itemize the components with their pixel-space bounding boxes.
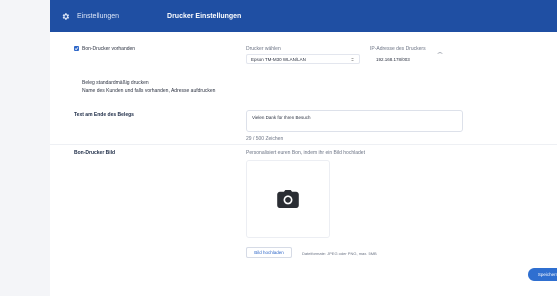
file-format-hint: Dateiformate: JPEG oder PNG, max. 5MB: [302, 251, 377, 256]
upload-image-button[interactable]: Bild hochladen: [246, 247, 292, 258]
ip-field-label: IP-Adresse des Druckers: [370, 46, 426, 52]
section-divider: [50, 144, 557, 145]
gear-icon[interactable]: [59, 10, 71, 22]
bon-image-hint: Personalisiert euren Bon, indem ihr ein …: [246, 150, 365, 156]
select-arrows-icon: [351, 57, 354, 62]
character-counter: 29 / 500 Zeichen: [246, 136, 284, 142]
footer-text-heading: Text am Ende des Belegs: [74, 112, 134, 118]
bon-image-heading: Bon-Drucker Bild: [74, 150, 116, 156]
footer-text-value: Vielen Dank für Ihren Besuch: [252, 115, 311, 120]
camera-icon: [277, 190, 299, 208]
bon-printer-label: Bon-Drucker vorhanden: [82, 46, 136, 52]
settings-card: Einstellungen Drucker Einstellungen Bon-…: [50, 0, 557, 296]
printer-select[interactable]: Epson TM-M30 WLAN/LAN: [246, 54, 360, 64]
printer-select-value: Epson TM-M30 WLAN/LAN: [251, 56, 306, 62]
print-default-label: Beleg standardmäßig drucken: [82, 80, 149, 86]
check-icon: [74, 47, 79, 51]
ip-address-input[interactable]: 192.168.178/003: [370, 54, 557, 64]
header-title[interactable]: Einstellungen: [77, 13, 119, 20]
header-bar: Einstellungen Drucker Einstellungen: [50, 0, 557, 32]
ip-address-value: 192.168.178/003: [376, 56, 410, 62]
bon-printer-checkbox[interactable]: [74, 46, 79, 51]
printer-select-label: Drucker wählen: [246, 46, 281, 52]
image-preview[interactable]: [246, 160, 330, 238]
save-button[interactable]: Speichern: [528, 268, 557, 281]
print-customer-name-label: Name des Kunden und falls vorhanden, Adr…: [82, 88, 216, 94]
footer-text-area[interactable]: Vielen Dank für Ihren Besuch: [246, 110, 463, 132]
header-subtitle: Drucker Einstellungen: [167, 12, 242, 20]
